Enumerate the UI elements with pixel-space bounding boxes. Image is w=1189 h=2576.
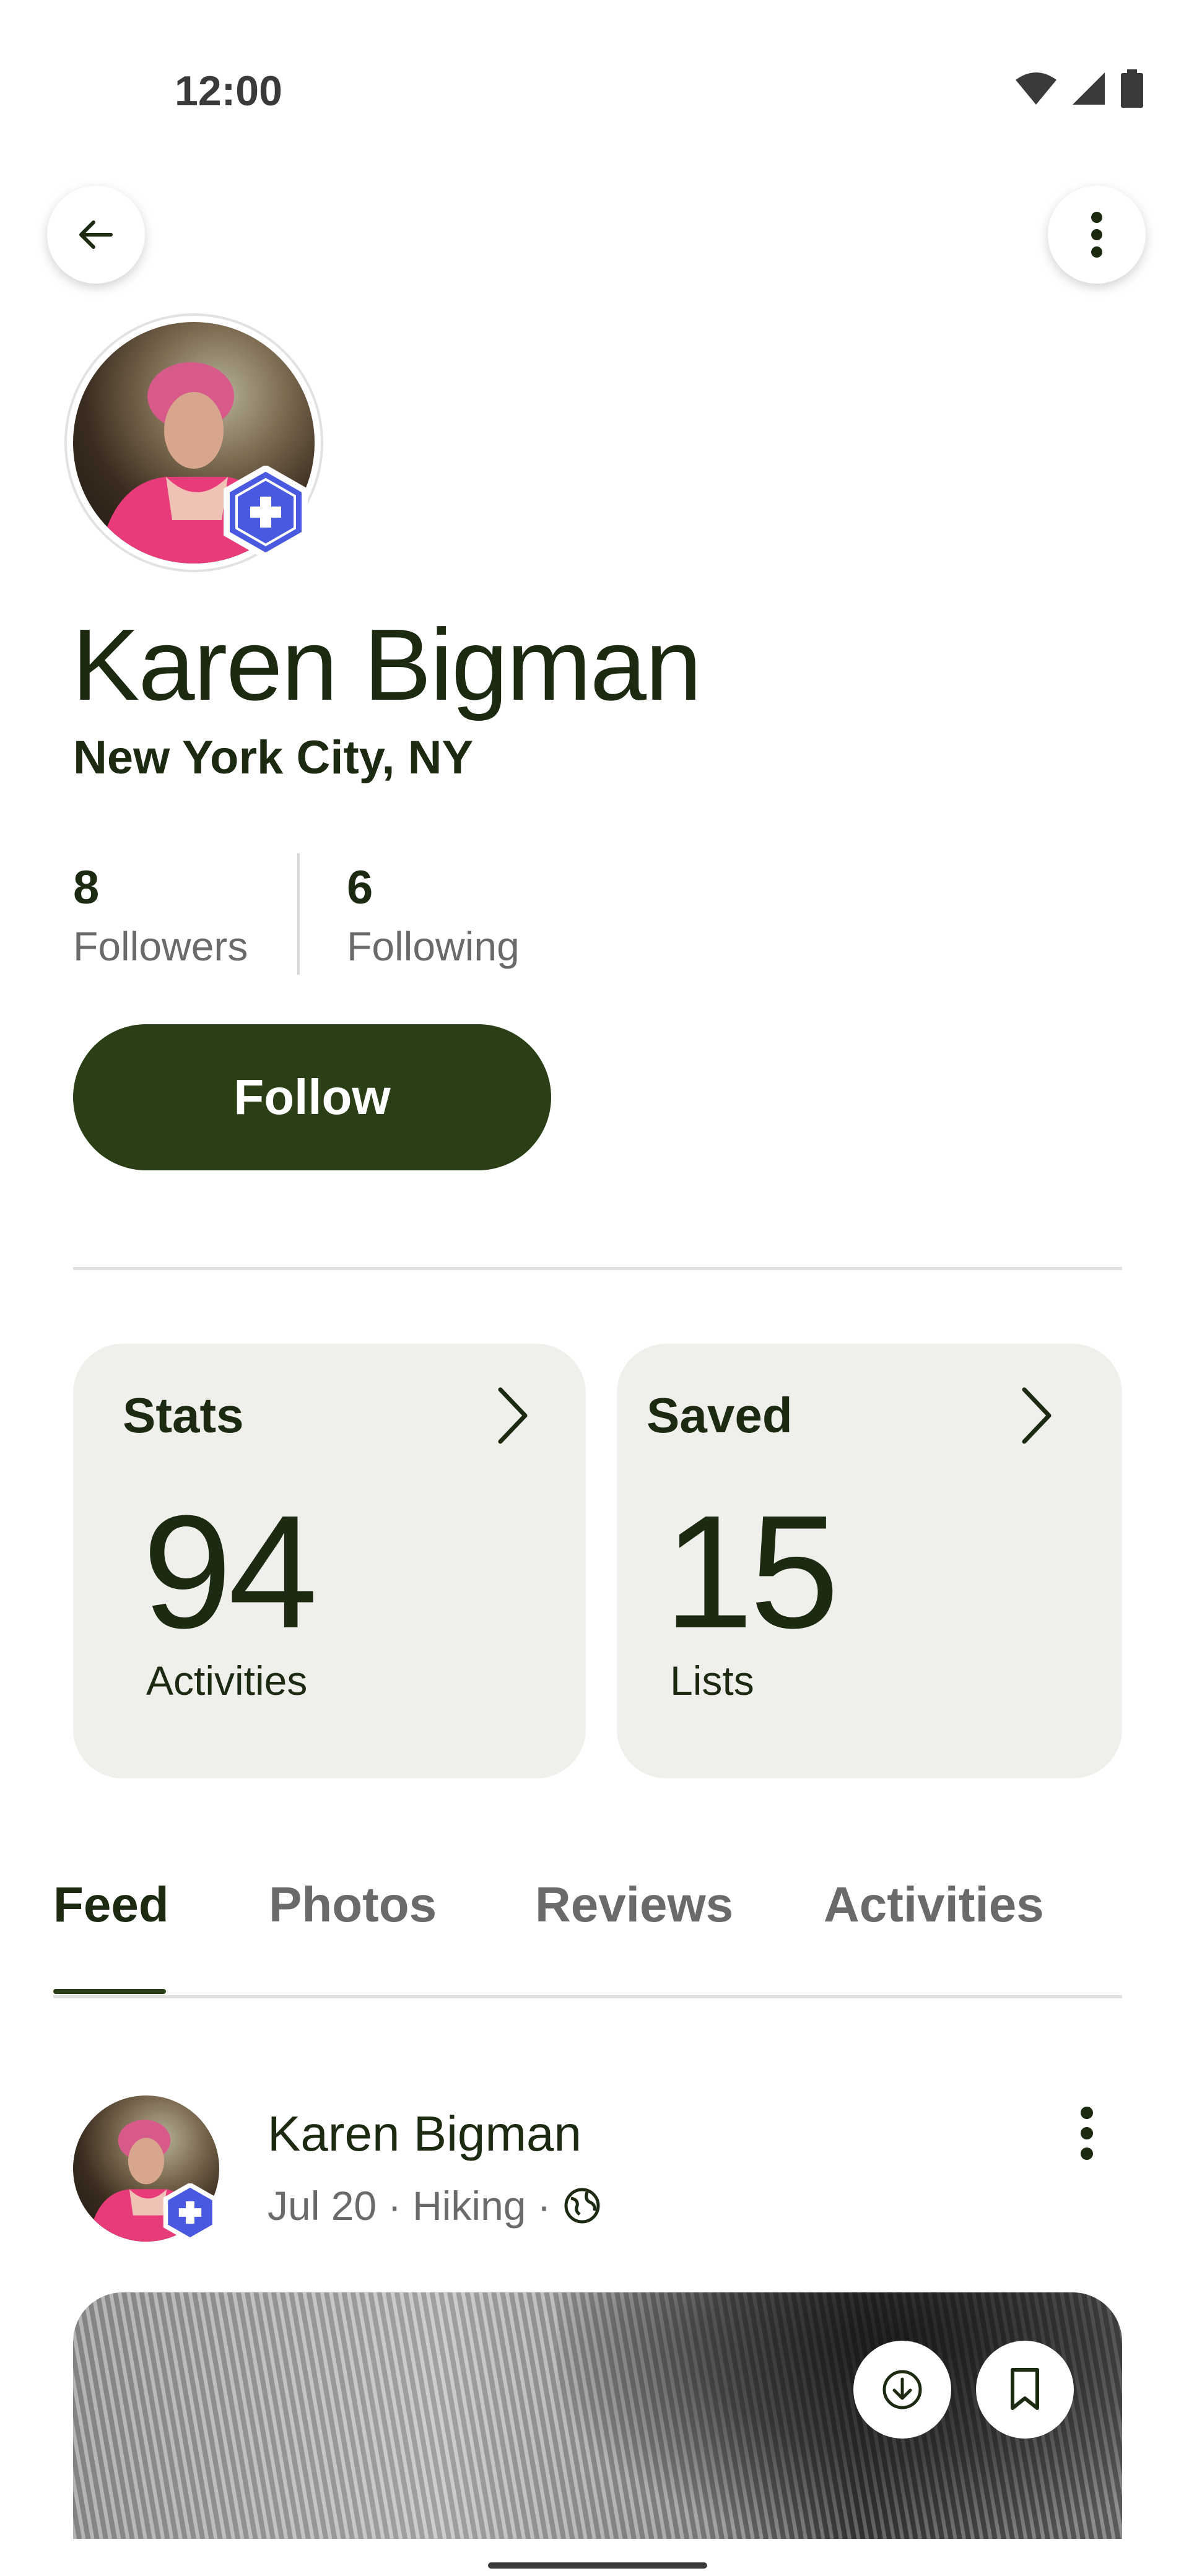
post-meta-separator: ·	[537, 2183, 551, 2229]
stat-divider	[297, 853, 300, 975]
post-author-name[interactable]: Karen Bigman	[268, 2105, 581, 2162]
tab-divider	[53, 1995, 1122, 1998]
battery-icon	[1121, 69, 1143, 108]
tab-activities[interactable]: Activities	[824, 1876, 1044, 1933]
bookmark-button[interactable]	[976, 2341, 1074, 2439]
profile-name: Karen Bigman	[72, 608, 702, 721]
plus-hexagon-icon	[163, 2183, 217, 2242]
signal-icon	[1073, 72, 1105, 105]
tab-reviews[interactable]: Reviews	[535, 1876, 733, 1933]
download-icon	[882, 2370, 922, 2409]
more-vertical-icon	[1091, 212, 1102, 258]
section-divider	[73, 1267, 1122, 1270]
followers-count[interactable]: 8	[73, 861, 99, 915]
followers-label[interactable]: Followers	[73, 923, 248, 970]
status-icons	[1014, 69, 1144, 108]
arrow-left-icon	[79, 220, 113, 249]
post-activity: Hiking	[412, 2183, 526, 2229]
stats-card-value: 94	[142, 1482, 318, 1662]
status-time: 12:00	[175, 67, 282, 115]
wifi-icon	[1016, 72, 1056, 105]
tab-photos[interactable]: Photos	[269, 1876, 437, 1933]
home-indicator[interactable]	[488, 2562, 707, 2569]
post-more-icon[interactable]	[1078, 2105, 1096, 2161]
follow-button[interactable]: Follow	[73, 1024, 551, 1170]
globe-icon	[564, 2188, 599, 2224]
chevron-right-icon	[498, 1387, 528, 1444]
saved-card-title: Saved	[647, 1388, 793, 1443]
post-meta-separator: ·	[388, 2183, 402, 2229]
profile-location: New York City, NY	[73, 731, 474, 784]
stats-card-subtitle: Activities	[146, 1658, 308, 1704]
chevron-right-icon	[1022, 1387, 1052, 1444]
bookmark-icon	[1011, 2368, 1039, 2410]
following-label[interactable]: Following	[347, 923, 520, 970]
stats-card-title: Stats	[123, 1388, 244, 1443]
following-count[interactable]: 6	[347, 861, 373, 915]
saved-card-value: 15	[664, 1482, 839, 1662]
more-options-button[interactable]	[1048, 186, 1146, 284]
saved-card-subtitle: Lists	[670, 1658, 754, 1704]
plus-hexagon-icon	[224, 466, 308, 559]
tab-active-indicator	[53, 1989, 166, 1994]
back-button[interactable]	[47, 186, 145, 284]
download-button[interactable]	[853, 2341, 951, 2439]
tab-feed[interactable]: Feed	[53, 1876, 169, 1933]
post-meta: Jul 20 · Hiking ·	[268, 2182, 602, 2229]
post-date: Jul 20	[268, 2183, 377, 2229]
